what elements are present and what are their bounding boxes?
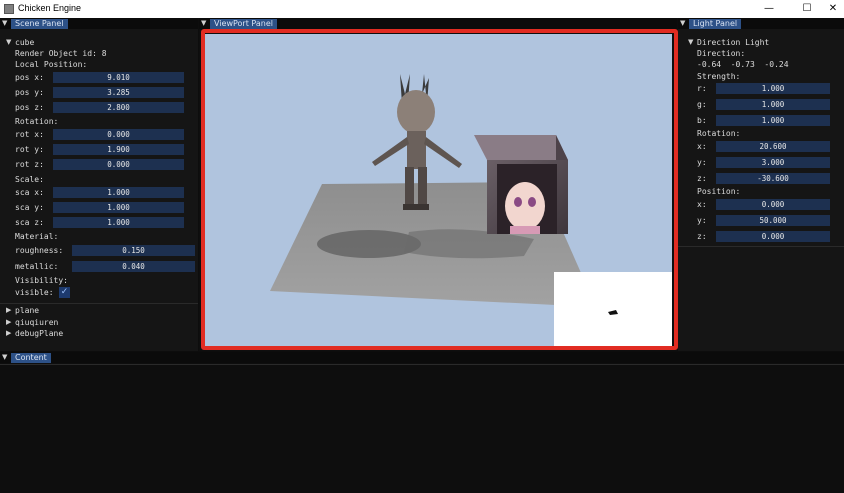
strength-label: Strength:	[697, 72, 741, 81]
light-rot-z-input[interactable]: -30.600	[716, 173, 830, 184]
character-shadow	[317, 230, 421, 258]
direction-light-node[interactable]: Direction Light	[697, 38, 769, 47]
app-icon	[4, 4, 14, 14]
direction-values: -0.64 -0.73 -0.24	[697, 60, 789, 69]
scale-label: Scale:	[15, 175, 44, 184]
rot-z-label: rot z:	[15, 160, 44, 169]
close-icon[interactable]: ✕	[822, 1, 844, 17]
expand-triangle-icon[interactable]: ▼	[6, 38, 11, 46]
viewport-panel-tabbar: ▼ ViewPort Panel	[199, 18, 677, 29]
pos-y-input[interactable]: 3.285	[53, 87, 184, 98]
expand-triangle-icon[interactable]: ▼	[688, 38, 693, 46]
panel-menu-icon[interactable]: ▼	[2, 19, 7, 28]
collapsed-triangle-icon[interactable]: ▶	[6, 318, 11, 326]
tab-content[interactable]: Content	[11, 353, 51, 363]
sca-y-label: sca y:	[15, 203, 44, 212]
divider	[0, 303, 198, 304]
panel-menu-icon[interactable]: ▼	[2, 353, 7, 362]
light-rot-x-input[interactable]: 20.600	[716, 141, 830, 152]
pos-z-input[interactable]: 2.800	[53, 102, 184, 113]
visible-label: visible:	[15, 288, 54, 297]
light-rotation-label: Rotation:	[697, 129, 741, 138]
pos-z-label: z:	[697, 232, 707, 241]
panel-menu-icon[interactable]: ▼	[201, 19, 206, 28]
direction-label: Direction:	[697, 49, 746, 58]
tree-node-plane[interactable]: plane	[15, 306, 39, 315]
tree-node-cube[interactable]: cube	[15, 38, 34, 47]
cube-model	[474, 135, 568, 234]
light-rot-y-input[interactable]: 3.000	[716, 157, 830, 168]
pos-x-label: pos x:	[15, 73, 44, 82]
tab-scene-panel[interactable]: Scene Panel	[11, 19, 68, 29]
local-position-label: Local Position:	[15, 60, 88, 69]
rot-y-label: y:	[697, 158, 707, 167]
content-panel-tabbar: ▼ Content	[0, 352, 844, 363]
light-panel-tabbar: ▼ Light Panel	[678, 18, 844, 29]
render-object-id: Render Object id: 8	[15, 49, 107, 58]
roughness-input[interactable]: 0.150	[72, 245, 195, 256]
collapsed-triangle-icon[interactable]: ▶	[6, 329, 11, 337]
maximize-icon[interactable]: ☐	[796, 1, 818, 17]
rot-x-input[interactable]: 0.000	[53, 129, 184, 140]
metallic-label: metallic:	[15, 262, 59, 271]
sca-z-label: sca z:	[15, 218, 44, 227]
sca-z-input[interactable]: 1.000	[53, 217, 184, 228]
light-pos-z-input[interactable]: 0.000	[716, 231, 830, 242]
pos-x-label: x:	[697, 200, 707, 209]
sca-y-input[interactable]: 1.000	[53, 202, 184, 213]
divider	[0, 364, 844, 365]
debug-plane	[554, 272, 672, 348]
position-label: Position:	[697, 187, 741, 196]
pos-z-label: pos z:	[15, 103, 44, 112]
scene-panel-tabbar: ▼ Scene Panel	[0, 18, 198, 29]
viewport-panel: ▼ ViewPort Panel	[199, 18, 678, 351]
r-input[interactable]: 1.000	[716, 83, 830, 94]
rot-x-label: rot x:	[15, 130, 44, 139]
r-label: r:	[697, 84, 707, 93]
sca-x-input[interactable]: 1.000	[53, 187, 184, 198]
viewport-render[interactable]	[204, 34, 672, 348]
content-panel: ▼ Content	[0, 352, 844, 493]
tree-node-debugplane[interactable]: debugPlane	[15, 329, 63, 338]
pos-y-label: pos y:	[15, 88, 44, 97]
window-title: Chicken Engine	[18, 3, 82, 13]
pos-x-input[interactable]: 9.010	[53, 72, 184, 83]
rot-x-label: x:	[697, 142, 707, 151]
pos-y-label: y:	[697, 216, 707, 225]
tree-node-qiuqiuren[interactable]: qiuqiuren	[15, 318, 58, 327]
tab-viewport-panel[interactable]: ViewPort Panel	[210, 19, 277, 29]
light-pos-x-input[interactable]: 0.000	[716, 199, 830, 210]
light-pos-y-input[interactable]: 50.000	[716, 215, 830, 226]
tab-light-panel[interactable]: Light Panel	[689, 19, 742, 29]
sca-x-label: sca x:	[15, 188, 44, 197]
roughness-label: roughness:	[15, 246, 64, 255]
metallic-input[interactable]: 0.040	[72, 261, 195, 272]
material-label: Material:	[15, 232, 59, 241]
rot-y-label: rot y:	[15, 145, 44, 154]
rot-z-input[interactable]: 0.000	[53, 159, 184, 170]
visible-checkbox[interactable]: ✓	[59, 287, 70, 298]
rotation-label: Rotation:	[15, 117, 59, 126]
collapsed-triangle-icon[interactable]: ▶	[6, 306, 11, 314]
panel-menu-icon[interactable]: ▼	[680, 19, 685, 28]
title-bar: Chicken Engine — ☐ ✕	[0, 0, 844, 18]
visibility-label: Visibility:	[15, 276, 68, 285]
g-label: g:	[697, 100, 707, 109]
minimize-icon[interactable]: —	[758, 1, 780, 17]
b-input[interactable]: 1.000	[716, 115, 830, 126]
rot-z-label: z:	[697, 174, 707, 183]
light-panel: ▼ Light Panel ▼ Direction Light Directio…	[678, 18, 844, 351]
g-input[interactable]: 1.000	[716, 99, 830, 110]
divider	[678, 246, 844, 247]
b-label: b:	[697, 116, 707, 125]
scene-panel: ▼ Scene Panel ▼ cube Render Object id: 8…	[0, 18, 198, 351]
rot-y-input[interactable]: 1.900	[53, 144, 184, 155]
